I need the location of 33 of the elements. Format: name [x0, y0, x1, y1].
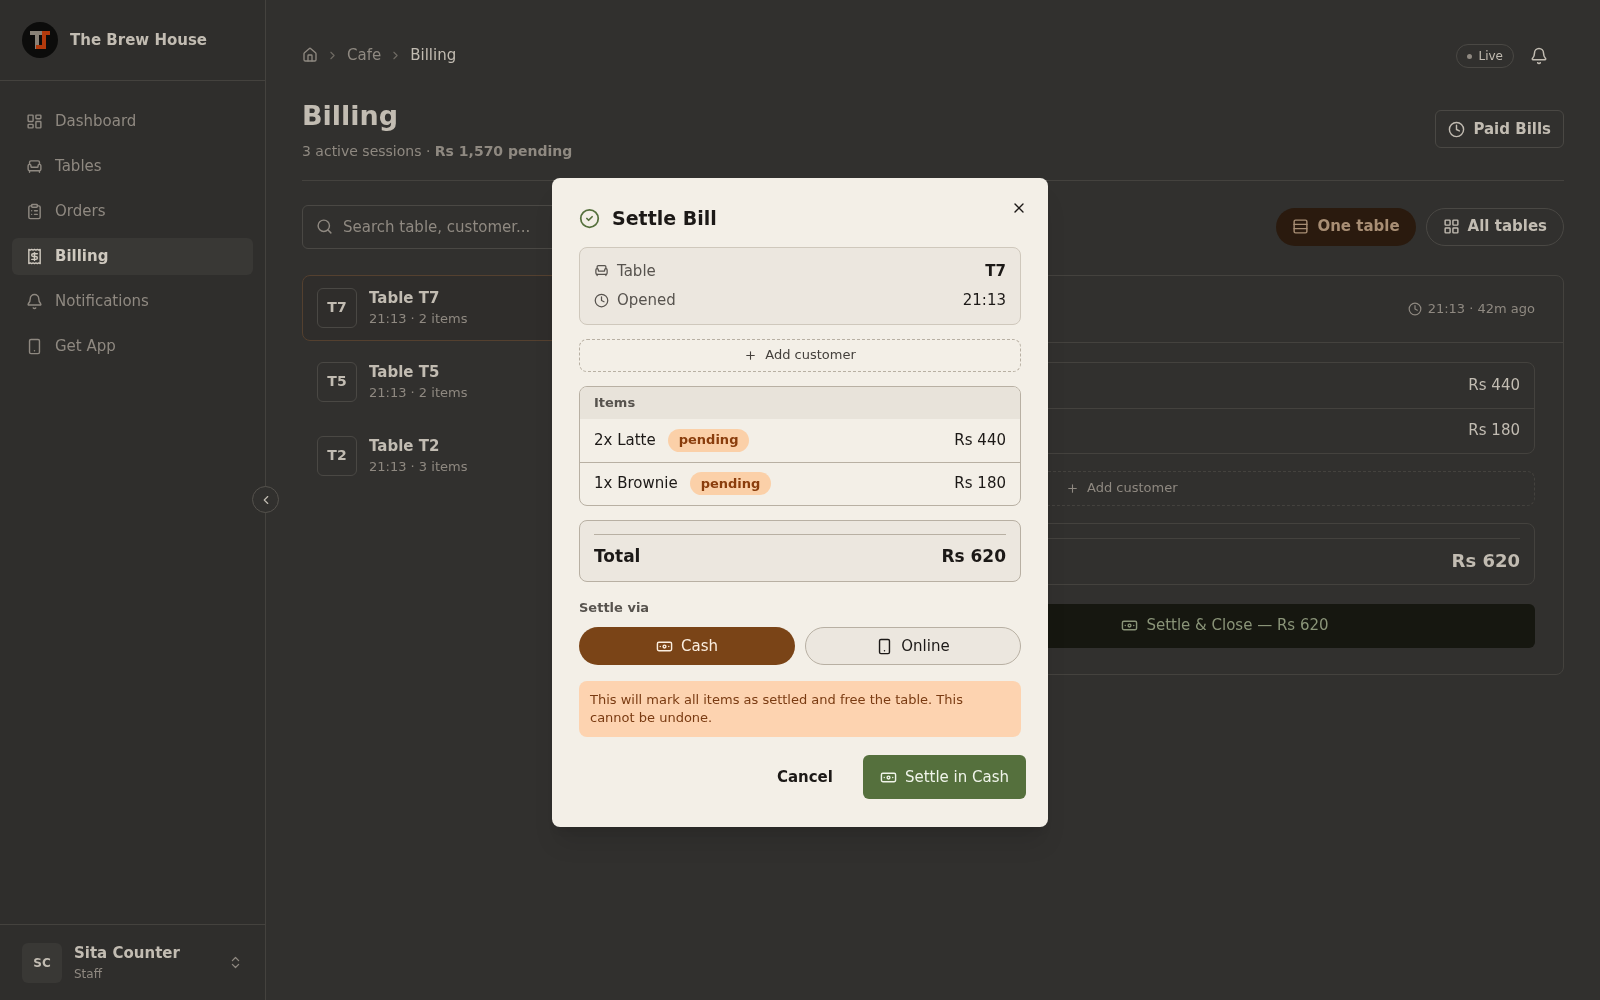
item-price: Rs 180: [954, 473, 1006, 495]
session-meta: 21:13 · 3 items: [369, 458, 468, 476]
total-amount: Rs 620: [941, 544, 1006, 568]
session-meta: 21:13 · 2 items: [369, 384, 468, 402]
table-code: T5: [317, 361, 357, 402]
line-price: Rs 180: [1468, 420, 1520, 442]
settle-via-label: Settle via: [579, 598, 651, 617]
user-role: Staff: [74, 965, 104, 983]
user-avatar: SC: [22, 942, 62, 983]
warning-message: This will mark all items as settled and free the table. This cannot be undone.: [579, 681, 1021, 737]
total-label: Total: [594, 544, 641, 568]
item-name: 2x Latte: [594, 429, 656, 451]
dialog-title: Settle Bill: [612, 206, 717, 231]
user-name: Sita Counter: [74, 943, 180, 965]
session-name: Table T2: [369, 435, 441, 457]
table-code: T2: [317, 435, 357, 476]
table-code: T7: [317, 287, 357, 328]
status-badge: pending: [667, 428, 750, 452]
session-name: Table T5: [369, 361, 441, 383]
summary-value: T7: [985, 260, 1006, 282]
items-heading: Items: [594, 393, 636, 412]
session-opened: 21:13 · 42m ago: [1427, 299, 1535, 318]
brand-name: The Brew House: [70, 29, 208, 51]
total-amount: Rs 620: [1451, 548, 1520, 573]
item-price: Rs 440: [954, 429, 1006, 451]
session-meta: 21:13 · 2 items: [369, 310, 468, 328]
item-name: 1x Brownie: [594, 473, 678, 495]
summary-value: 21:13: [962, 290, 1006, 311]
line-price: Rs 440: [1468, 374, 1520, 396]
page-title: Billing: [302, 99, 400, 133]
session-name: Table T7: [369, 287, 441, 309]
page-subtitle: 3 active sessions · Rs 1,570 pending: [302, 141, 573, 161]
status-badge: pending: [689, 472, 772, 495]
